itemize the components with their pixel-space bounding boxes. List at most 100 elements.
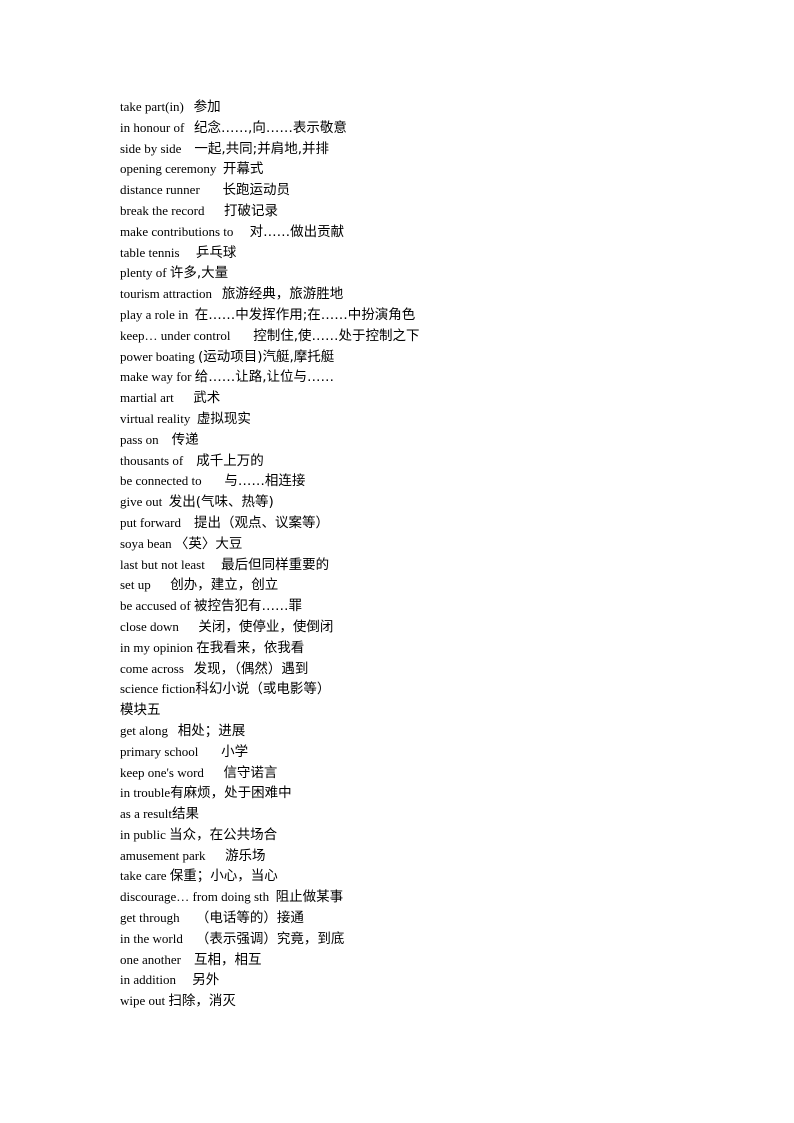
vocab-meaning: 提出（观点、议案等） [194,514,330,531]
vocab-phrase: get along [120,722,169,738]
vocab-meaning: 开幕式 [222,161,264,178]
vocab-entry: close down 关闭，使停业，使倒闭 [120,617,680,638]
vocab-meaning: 参加 [193,99,221,115]
vocab-meaning: 给……让路,让位与…… [194,369,335,386]
vocab-entry: put forward 提出（观点、议案等） [120,513,680,534]
vocab-meaning: 一起,共同;并肩地,并排 [194,140,330,157]
vocab-phrase: soya bean [120,535,172,551]
vocab-entry: take care 保重；小心，当心 [120,866,680,887]
vocab-entry: get along 相处；进展 [120,721,680,742]
vocab-gap [180,910,196,925]
vocab-entry: soya bean 〈英〉大豆 [120,534,680,555]
vocab-entry: in public 当众，在公共场合 [120,825,680,846]
vocab-meaning: 最后但同样重要的 [221,556,330,573]
vocab-phrase: in honour of [120,119,185,135]
vocab-phrase: virtual reality [120,410,191,426]
vocab-gap [176,972,192,987]
vocab-entry: be connected to 与……相连接 [120,471,680,492]
vocab-phrase: give out [120,494,163,510]
vocab-meaning: 游乐场 [225,847,266,864]
vocab-entry: table tennis 乒乓球 [120,243,680,264]
vocab-phrase: wipe out [120,993,166,1009]
vocab-gap [212,286,222,301]
vocab-meaning: 对……做出贡献 [249,223,345,240]
vocab-meaning: 有麻烦，处于困难中 [170,785,292,802]
vocab-meaning: 〈英〉大豆 [174,535,243,552]
vocab-gap [174,390,194,405]
vocab-phrase: take part(in) [120,99,184,114]
vocab-meaning: 相处；进展 [177,722,246,739]
vocab-phrase: in the world [120,930,183,946]
vocab-gap [159,432,172,447]
vocab-meaning: 结果 [171,806,199,823]
vocab-phrase: in addition [120,972,176,988]
vocab-phrase: plenty of [120,265,167,281]
vocab-meaning: 与……相连接 [224,473,306,490]
vocab-meaning: （表示强调）究竟，到底 [195,930,345,947]
vocab-meaning: 科幻小说（或电影等） [195,681,331,698]
vocab-entry: be accused of 被控告犯有……罪 [120,596,680,617]
vocab-phrase: get through [120,910,180,926]
vocab-meaning: 许多,大量 [169,265,229,282]
vocab-meaning: 扫除，消灭 [168,993,236,1010]
vocab-entry: distance runner 长跑运动员 [120,180,680,201]
vocab-entry: play a role in 在……中发挥作用;在……中扮演角色 [120,305,680,326]
vocab-meaning: 传递 [171,431,199,448]
vocab-meaning: 发出(气味、热等) [168,494,274,511]
vocab-entry: martial art 武术 [120,388,680,409]
vocab-entry: pass on 传递 [120,430,680,451]
vocab-phrase: science fiction [120,681,196,697]
vocab-phrase: power boating [120,348,195,364]
vocab-gap [206,848,226,863]
document-page: take part(in) 参加 in honour of 纪念……,向……表示敬… [0,0,794,1123]
vocab-gap [204,203,224,218]
vocab-entry: wipe out 扫除，消灭 [120,991,680,1012]
vocab-gap [230,328,253,343]
vocab-gap [180,245,196,260]
vocab-gap [233,224,249,239]
vocab-gap [181,515,194,530]
vocab-entry: power boating (运动项目)汽艇,摩托艇 [120,347,680,368]
vocab-phrase: primary school [120,743,199,759]
vocab-meaning: 当众，在公共场合 [169,826,278,843]
vocab-gap [179,619,199,634]
vocab-phrase: keep… under control [120,327,231,343]
vocab-meaning: 关闭，使停业，使倒闭 [198,618,334,635]
vocab-entry: science fiction科幻小说（或电影等） [120,679,680,700]
vocab-entry: discourage… from doing sth 阻止做某事 [120,887,680,908]
vocab-phrase: in my opinion [120,639,193,655]
vocab-phrase: discourage… from doing sth [120,889,270,905]
vocab-meaning: 互相，相互 [194,951,262,968]
vocab-entry: give out 发出(气味、热等) [120,492,680,513]
vocabulary-list: take part(in) 参加 in honour of 纪念……,向……表示敬… [120,97,680,1012]
vocab-entry: amusement park 游乐场 [120,846,680,867]
vocab-phrase: amusement park [120,847,206,863]
vocab-entry: in addition 另外 [120,970,680,991]
vocab-phrase: one another [120,951,182,967]
vocab-phrase: thousants of [120,452,184,468]
vocab-phrase: be connected to [120,473,202,489]
vocab-phrase: side by side [120,140,182,156]
vocab-gap [183,453,196,468]
section-heading-text: 模块五 [120,702,161,719]
vocab-phrase: make way for [120,369,192,385]
vocab-entry: get through （电话等的）接通 [120,908,680,929]
vocab-entry: tourism attraction 旅游经典，旅游胜地 [120,284,680,305]
vocab-gap [205,557,221,572]
vocab-meaning: 发现，（偶然）遇到 [193,660,309,677]
vocab-entry: last but not least 最后但同样重要的 [120,555,680,576]
vocab-entry: break the record 打破记录 [120,201,680,222]
vocab-gap [198,744,221,759]
vocab-entry: one another 互相，相互 [120,950,680,971]
vocab-entry: make way for 给……让路,让位与…… [120,367,680,388]
vocab-entry: set up 创办，建立，创立 [120,575,680,596]
vocab-meaning: 成千上万的 [196,452,264,469]
vocab-gap [200,182,223,197]
vocab-phrase: as a result [120,806,172,822]
vocab-entry: primary school 小学 [120,742,680,763]
vocab-gap [184,120,194,135]
vocab-meaning: 保重；小心，当心 [169,868,278,885]
vocab-entry: keep… under control 控制住,使……处于控制之下 [120,326,680,347]
vocab-meaning: 在我看来，依我看 [196,639,305,656]
vocab-entry: as a result结果 [120,804,680,825]
